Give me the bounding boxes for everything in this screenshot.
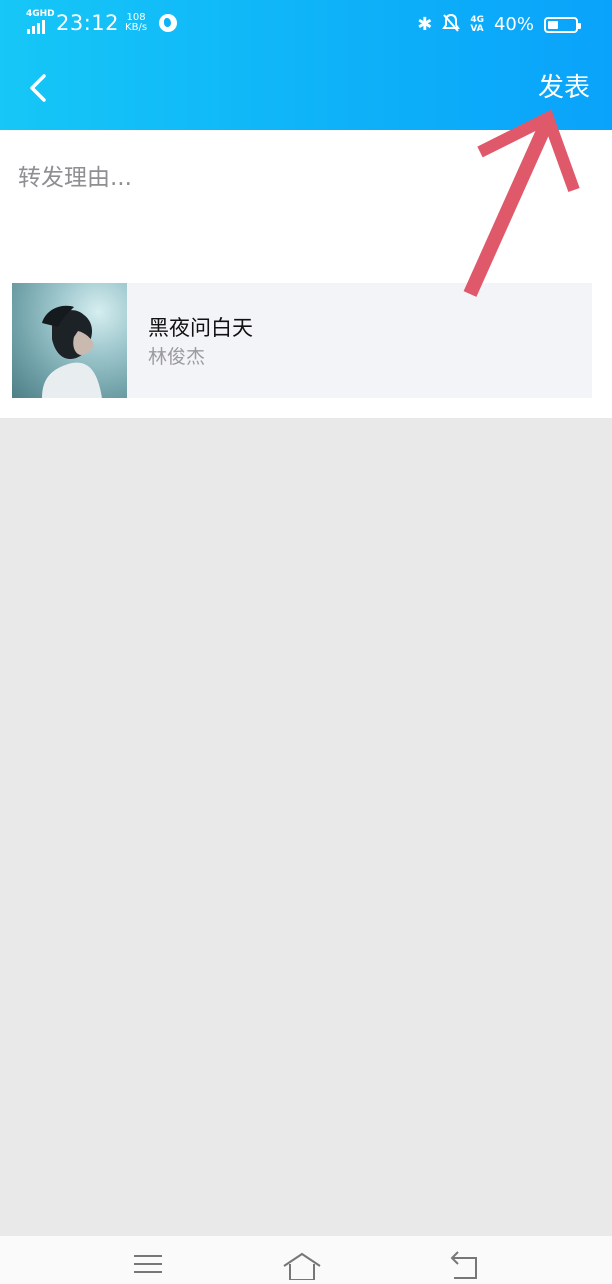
album-cover — [12, 283, 127, 398]
network-speed: 108 KB/s — [125, 12, 148, 33]
repost-reason-input[interactable] — [18, 158, 594, 218]
chevron-left-icon — [30, 74, 46, 102]
compose-area: 黑夜问白天 林俊杰 — [0, 130, 612, 418]
status-left: 4GHD 23:12 108 KB/s — [26, 10, 178, 36]
home-icon — [283, 1252, 321, 1281]
back-icon — [450, 1251, 477, 1279]
shared-song-card[interactable]: 黑夜问白天 林俊杰 — [12, 283, 592, 398]
bluetooth-icon: ✱ — [417, 14, 433, 35]
song-artist: 林俊杰 — [148, 346, 206, 368]
status-right: ✱ 4G VA 40% — [417, 13, 581, 37]
status-bar: 4GHD 23:12 108 KB/s ✱ 4G VA 40% — [0, 0, 612, 50]
signal-icon: 4GHD — [26, 10, 55, 36]
system-nav-bar — [0, 1236, 612, 1284]
battery-icon — [544, 17, 581, 33]
clock: 23:12 — [56, 11, 120, 35]
nav-back-button[interactable] — [444, 1250, 484, 1280]
battery-fill — [548, 21, 558, 29]
song-title: 黑夜问白天 — [148, 316, 253, 340]
battery-percent: 40% — [493, 14, 534, 35]
nav-home-button[interactable] — [282, 1250, 322, 1281]
network-4g-icon: 4G VA — [470, 15, 484, 34]
back-button[interactable] — [22, 68, 62, 108]
globe-icon — [159, 14, 178, 32]
menu-icon — [134, 1255, 162, 1273]
publish-button[interactable]: 发表 — [538, 70, 590, 106]
nav-menu-button[interactable] — [128, 1250, 168, 1280]
bell-muted-icon — [442, 13, 461, 37]
header-bar: 4GHD 23:12 108 KB/s ✱ 4G VA 40% 发表 — [0, 0, 612, 130]
network-type: 4GHD — [26, 9, 55, 19]
